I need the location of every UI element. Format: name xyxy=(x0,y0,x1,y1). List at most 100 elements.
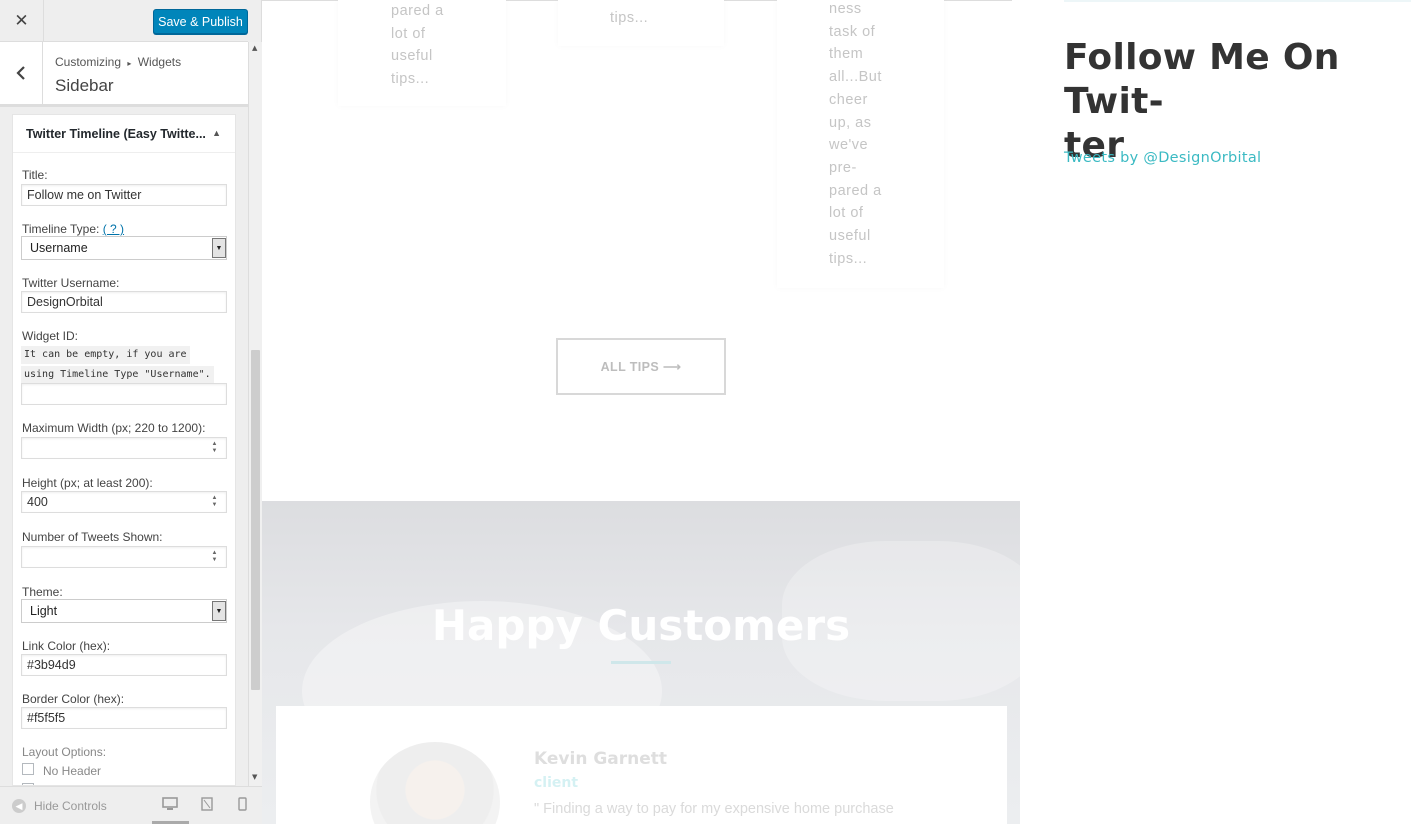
link-color-label: Link Color (hex): xyxy=(22,639,111,653)
theme-label: Theme: xyxy=(22,585,63,599)
timeline-type-select[interactable]: Username ▼ xyxy=(21,236,227,260)
tip-line: useful xyxy=(829,228,871,245)
tip-card-text: tips... xyxy=(558,7,724,30)
customers-title: Happy Customers xyxy=(431,601,851,650)
customizer-panel: ✕ Save & Publish Customizing ▸ Widgets S… xyxy=(0,0,262,824)
happy-customers-section: Happy Customers Kevin Garnett client " F… xyxy=(262,501,1020,824)
all-tips-button[interactable]: ALL TIPS ⟶ xyxy=(556,338,726,395)
client-role: client xyxy=(534,775,579,791)
breadcrumb-separator-icon: ▸ xyxy=(127,59,132,68)
title-underline xyxy=(611,661,671,664)
tip-line: pared a xyxy=(829,182,882,199)
tip-card[interactable]: pared a lot of useful tips... xyxy=(338,0,506,106)
link-color-field[interactable]: #3b94d9 xyxy=(21,654,227,676)
timeline-help-link[interactable]: ( ? ) xyxy=(103,222,124,236)
timeline-type-label-text: Timeline Type: xyxy=(22,222,100,236)
tip-card-text: pared a lot of useful tips... xyxy=(338,0,506,91)
chevron-left-icon xyxy=(16,66,25,80)
max-width-field[interactable]: ▲ ▼ xyxy=(21,437,227,459)
client-name: Kevin Garnett xyxy=(534,749,668,769)
tip-card[interactable]: ness task of them all...But cheer up, as… xyxy=(777,0,944,288)
widget-title-line: Follow Me On Twit- xyxy=(1064,37,1340,122)
site-preview: pared a lot of useful tips... tips... ne… xyxy=(262,0,1411,824)
widget-id-note-line1: It can be empty, if you are xyxy=(21,346,190,364)
tip-line: tips... xyxy=(829,250,868,267)
layout-options-label: Layout Options: xyxy=(22,745,107,759)
tip-line: we've xyxy=(829,137,869,154)
collapse-arrow-icon: ◀ xyxy=(12,799,26,813)
widget-id-field[interactable] xyxy=(21,383,227,405)
height-field[interactable]: 400 ▲ ▼ xyxy=(21,491,227,513)
hide-controls-label: Hide Controls xyxy=(34,799,107,813)
desktop-icon[interactable] xyxy=(162,797,178,811)
section-title: Sidebar xyxy=(55,76,114,95)
panel-scrollbar[interactable]: ▲ ▼ xyxy=(248,42,262,786)
breadcrumb-leaf: Widgets xyxy=(137,55,182,69)
tablet-icon[interactable] xyxy=(201,797,213,811)
tweets-by-link[interactable]: Tweets by @DesignOrbital xyxy=(1064,150,1261,166)
height-label: Height (px; at least 200): xyxy=(22,476,153,490)
tip-line: pre- xyxy=(829,159,857,176)
title-field[interactable]: Follow me on Twitter xyxy=(21,184,227,206)
customizer-header: ✕ Save & Publish xyxy=(0,0,248,42)
tip-line: tips... xyxy=(610,10,649,26)
customizer-footer: ◀ Hide Controls xyxy=(0,786,262,824)
tip-line: all...But xyxy=(829,69,882,86)
title-label: Title: xyxy=(22,168,48,182)
tip-card[interactable]: tips... xyxy=(558,0,724,46)
spinner-icon[interactable]: ▲ ▼ xyxy=(209,441,220,455)
scroll-down-icon[interactable]: ▼ xyxy=(252,773,257,781)
tweets-shown-label: Number of Tweets Shown: xyxy=(22,530,163,544)
tweets-shown-field[interactable]: ▲ ▼ xyxy=(21,546,227,568)
hide-controls-button[interactable]: ◀ Hide Controls xyxy=(12,799,107,813)
dropdown-arrow-icon[interactable]: ▼ xyxy=(212,601,226,621)
sidebar-divider xyxy=(1064,0,1411,2)
testimonial-card: Kevin Garnett client " Finding a way to … xyxy=(276,706,1007,824)
tip-card-text: ness task of them all...But cheer up, as… xyxy=(777,0,944,270)
tip-line: lot of xyxy=(391,25,426,42)
sidebar-preview: Follow Me On Twit- ter Tweets by @Design… xyxy=(1064,0,1411,824)
scroll-thumb[interactable] xyxy=(251,350,260,690)
mobile-icon[interactable] xyxy=(238,797,247,811)
dropdown-arrow-icon[interactable]: ▼ xyxy=(212,238,226,258)
tip-line: tips... xyxy=(391,71,430,88)
timeline-type-value: Username xyxy=(30,241,88,255)
twitter-timeline-widget: Twitter Timeline (Easy Twitte... ▲ Title… xyxy=(12,114,236,786)
tip-line: useful xyxy=(391,48,433,65)
theme-select[interactable]: Light ▼ xyxy=(21,599,227,623)
username-label: Twitter Username: xyxy=(22,276,120,290)
breadcrumb: Customizing ▸ Widgets xyxy=(55,55,181,69)
avatar xyxy=(370,742,500,824)
tip-line: up, as xyxy=(829,114,872,131)
border-color-label: Border Color (hex): xyxy=(22,692,125,706)
tip-line: cheer xyxy=(829,91,868,108)
border-color-field[interactable]: #f5f5f5 xyxy=(21,707,227,729)
spinner-icon[interactable]: ▲ ▼ xyxy=(209,495,220,509)
tip-line: them xyxy=(829,46,864,63)
tip-line: pared a xyxy=(391,3,444,19)
tip-line: lot of xyxy=(829,205,864,222)
caret-up-icon[interactable]: ▲ xyxy=(212,128,221,138)
theme-value: Light xyxy=(30,604,58,618)
widget-title-preview: Follow Me On Twit- ter xyxy=(1064,36,1411,168)
no-header-label: No Header xyxy=(43,764,102,778)
no-header-checkbox[interactable] xyxy=(22,763,34,775)
height-value: 400 xyxy=(27,495,48,509)
tip-line: task of xyxy=(829,23,876,40)
widget-title: Twitter Timeline (Easy Twitte... xyxy=(26,126,206,141)
back-button[interactable] xyxy=(0,42,43,104)
widget-id-note-line2: using Timeline Type "Username". xyxy=(21,366,214,384)
timeline-type-label: Timeline Type: ( ? ) xyxy=(22,222,124,236)
twitter-username-field[interactable]: DesignOrbital xyxy=(21,291,227,313)
widget-id-label: Widget ID: xyxy=(22,329,79,343)
close-icon: ✕ xyxy=(14,11,29,31)
section-header: Customizing ▸ Widgets Sidebar xyxy=(0,42,248,107)
close-customizer-button[interactable]: ✕ xyxy=(0,0,44,42)
widget-header[interactable]: Twitter Timeline (Easy Twitte... ▲ xyxy=(13,115,235,153)
save-publish-button[interactable]: Save & Publish xyxy=(153,9,248,34)
spinner-icon[interactable]: ▲ ▼ xyxy=(209,550,220,564)
max-width-label: Maximum Width (px; 220 to 1200): xyxy=(22,421,206,435)
scroll-up-icon[interactable]: ▲ xyxy=(252,44,257,52)
tip-line: ness xyxy=(829,1,862,17)
client-quote: " Finding a way to pay for my expensive … xyxy=(534,801,894,817)
